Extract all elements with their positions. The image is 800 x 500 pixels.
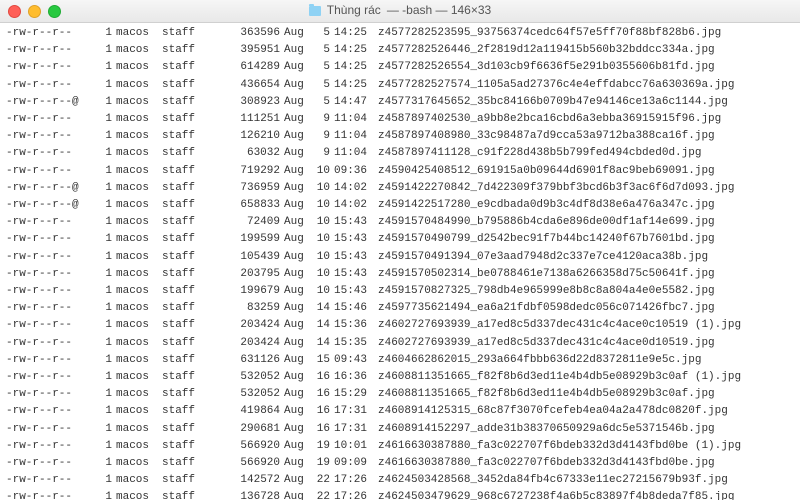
list-item: -rw-r--r--1macosstaff719292Aug1009:36z45…	[6, 163, 794, 180]
list-item: -rw-r--r--1macosstaff83259Aug1415:46z459…	[6, 300, 794, 317]
list-item: -rw-r--r--1macosstaff72409Aug1015:43z459…	[6, 214, 794, 231]
list-item: -rw-r--r--1macosstaff532052Aug1616:36z46…	[6, 369, 794, 386]
window-title: Thùng rác — -bash — 146×33	[309, 2, 491, 19]
traffic-lights	[8, 5, 61, 18]
minimize-icon[interactable]	[28, 5, 41, 18]
list-item: -rw-r--r--1macosstaff566920Aug1909:09z46…	[6, 455, 794, 472]
list-item: -rw-r--r--1macosstaff614289Aug514:25z457…	[6, 59, 794, 76]
list-item: -rw-r--r--1macosstaff63032Aug911:04z4587…	[6, 145, 794, 162]
list-item: -rw-r--r--1macosstaff290681Aug1617:31z46…	[6, 421, 794, 438]
close-icon[interactable]	[8, 5, 21, 18]
list-item: -rw-r--r--1macosstaff199599Aug1015:43z45…	[6, 231, 794, 248]
list-item: -rw-r--r--1macosstaff203424Aug1415:35z46…	[6, 335, 794, 352]
list-item: -rw-r--r--1macosstaff419864Aug1617:31z46…	[6, 403, 794, 420]
list-item: -rw-r--r--1macosstaff142572Aug2217:26z46…	[6, 472, 794, 489]
list-item: -rw-r--r--@1macosstaff658833Aug1014:02z4…	[6, 197, 794, 214]
list-item: -rw-r--r--1macosstaff111251Aug911:04z458…	[6, 111, 794, 128]
list-item: -rw-r--r--1macosstaff631126Aug1509:43z46…	[6, 352, 794, 369]
list-item: -rw-r--r--1macosstaff566920Aug1910:01z46…	[6, 438, 794, 455]
list-item: -rw-r--r--@1macosstaff736959Aug1014:02z4…	[6, 180, 794, 197]
list-item: -rw-r--r--1macosstaff126210Aug911:04z458…	[6, 128, 794, 145]
folder-icon	[309, 6, 321, 16]
list-item: -rw-r--r--1macosstaff363596Aug514:25z457…	[6, 25, 794, 42]
list-item: -rw-r--r--1macosstaff532052Aug1615:29z46…	[6, 386, 794, 403]
list-item: -rw-r--r--@1macosstaff308923Aug514:47z45…	[6, 94, 794, 111]
list-item: -rw-r--r--1macosstaff203424Aug1415:36z46…	[6, 317, 794, 334]
list-item: -rw-r--r--1macosstaff395951Aug514:25z457…	[6, 42, 794, 59]
title-session: — -bash — 146×33	[387, 2, 491, 19]
list-item: -rw-r--r--1macosstaff136728Aug2217:26z46…	[6, 489, 794, 500]
title-bar: Thùng rác — -bash — 146×33	[0, 0, 800, 23]
list-item: -rw-r--r--1macosstaff105439Aug1015:43z45…	[6, 249, 794, 266]
zoom-icon[interactable]	[48, 5, 61, 18]
title-folder: Thùng rác	[327, 2, 381, 19]
list-item: -rw-r--r--1macosstaff436654Aug514:25z457…	[6, 77, 794, 94]
list-item: -rw-r--r--1macosstaff199679Aug1015:43z45…	[6, 283, 794, 300]
list-item: -rw-r--r--1macosstaff203795Aug1015:43z45…	[6, 266, 794, 283]
terminal-output[interactable]: -rw-r--r--1macosstaff363596Aug514:25z457…	[0, 23, 800, 500]
